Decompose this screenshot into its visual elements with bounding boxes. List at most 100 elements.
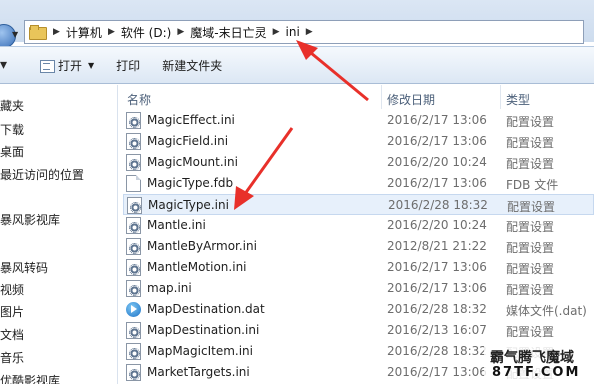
nav-item-videos[interactable]: 视频 <box>0 281 24 298</box>
watermark: 霸气腾飞魔域 87TF.COM <box>484 346 594 384</box>
open-label: 打开 <box>58 58 83 73</box>
file-date: 2016/2/17 13:06 <box>387 113 487 127</box>
file-row[interactable]: MapDestination.dat 2016/2/28 18:32 媒体文件(.d… <box>123 299 594 320</box>
file-name: MarketTargets.ini <box>147 365 250 379</box>
file-row[interactable]: MantleByArmor.ini 2012/8/21 21:22 配置设置 <box>123 236 594 257</box>
file-type: 配置设置 <box>506 220 555 234</box>
nav-item-recent-places[interactable]: 最近访问的位置 <box>0 166 84 183</box>
breadcrumb-computer[interactable]: 计算机 <box>66 24 102 41</box>
file-list: 名称 修改日期 类型 MagicEffect.ini 2016/2/17 13:0… <box>119 85 594 384</box>
column-header-name[interactable]: 名称 <box>127 91 151 108</box>
file-name: MapDestination.ini <box>147 323 260 337</box>
chevron-right-icon[interactable]: ▶ <box>53 27 60 37</box>
watermark-url: 87TF.COM <box>492 365 581 380</box>
nav-item-downloads[interactable]: 下载 <box>0 121 24 138</box>
file-type: 配置设置 <box>506 283 555 297</box>
ini-file-icon <box>126 154 141 171</box>
nav-item-library-3[interactable]: 优酷影视库 <box>0 372 60 384</box>
media-file-icon <box>126 302 141 317</box>
breadcrumb-ini[interactable]: ini <box>286 25 300 39</box>
chevron-down-icon[interactable]: ▼ <box>88 61 94 70</box>
recent-pages-dropdown-icon[interactable]: ▼ <box>12 30 18 39</box>
file-type: 配置设置 <box>506 262 555 276</box>
file-row[interactable]: MapDestination.ini 2016/2/13 16:07 配置设置 <box>123 320 594 341</box>
column-header-type[interactable]: 类型 <box>506 91 530 108</box>
nav-item-favorites[interactable]: 藏夹 <box>0 97 24 114</box>
file-date: 2016/2/17 13:06 <box>387 260 487 274</box>
column-header-date[interactable]: 修改日期 <box>387 91 435 108</box>
file-row[interactable]: MagicType.ini 2016/2/28 18:32 配置设置 <box>123 194 594 215</box>
file-type: 配置设置 <box>506 325 555 339</box>
nav-item-pictures[interactable]: 图片 <box>0 303 24 320</box>
command-toolbar: ▾ 打开 ▼ 打印 新建文件夹 <box>0 46 594 84</box>
file-date: 2016/2/20 10:24 <box>387 218 487 232</box>
file-name: MagicField.ini <box>147 134 229 148</box>
ini-file-icon <box>126 238 141 255</box>
ini-file-icon <box>126 112 141 129</box>
file-name: MapMagicItem.ini <box>147 344 253 358</box>
ini-file-icon <box>126 364 141 381</box>
nav-item-music[interactable]: 音乐 <box>0 349 24 366</box>
new-folder-button[interactable]: 新建文件夹 <box>154 54 230 76</box>
file-name: MapDestination.dat <box>147 302 265 316</box>
file-row[interactable]: MagicField.ini 2016/2/17 13:06 配置设置 <box>123 131 594 152</box>
breadcrumb-drive-d[interactable]: 软件 (D:) <box>121 24 171 41</box>
file-date: 2016/2/28 18:32 <box>388 198 488 212</box>
chevron-right-icon[interactable]: ▶ <box>273 27 280 37</box>
file-name: MantleByArmor.ini <box>147 239 257 253</box>
column-header-row: 名称 修改日期 类型 <box>119 85 594 109</box>
file-type: 配置设置 <box>506 115 555 129</box>
chevron-right-icon[interactable]: ▶ <box>177 27 184 37</box>
file-date: 2016/2/17 13:06 <box>387 134 487 148</box>
file-type: 配置设置 <box>507 200 556 214</box>
open-button[interactable]: 打开 ▼ <box>32 54 102 76</box>
file-date: 2012/8/21 21:22 <box>387 239 487 253</box>
file-date: 2016/2/17 13:06 <box>387 176 487 190</box>
file-row[interactable]: MagicMount.ini 2016/2/20 10:24 配置设置 <box>123 152 594 173</box>
print-button[interactable]: 打印 <box>108 54 148 76</box>
file-name: map.ini <box>147 281 192 295</box>
nav-item-library-1[interactable]: 暴风影视库 <box>0 211 60 228</box>
breadcrumb-game-folder[interactable]: 魔域-末日亡灵 <box>190 24 266 41</box>
file-row[interactable]: Mantle.ini 2016/2/20 10:24 配置设置 <box>123 215 594 236</box>
file-row[interactable]: MagicEffect.ini 2016/2/17 13:06 配置设置 <box>123 110 594 131</box>
ini-file-icon <box>127 197 142 214</box>
file-name: MagicType.ini <box>148 198 229 212</box>
ini-file-icon <box>126 280 141 297</box>
file-row[interactable]: map.ini 2016/2/17 13:06 配置设置 <box>123 278 594 299</box>
file-row[interactable]: MagicType.fdb 2016/2/17 13:06 FDB 文件 <box>123 173 594 194</box>
watermark-title: 霸气腾飞魔域 <box>490 350 574 366</box>
nav-item-desktop[interactable]: 桌面 <box>0 143 24 160</box>
ini-file-icon <box>126 133 141 150</box>
nav-item-documents[interactable]: 文档 <box>0 326 24 343</box>
chevron-right-icon[interactable]: ▶ <box>306 27 313 37</box>
file-date: 2016/2/28 18:32 <box>387 344 487 358</box>
nav-item-library-2[interactable]: 暴风转码 <box>0 259 48 276</box>
organize-button-stub[interactable]: ▾ <box>0 54 10 76</box>
file-type: 配置设置 <box>506 241 555 255</box>
address-bar[interactable]: ▶ 计算机 ▶ 软件 (D:) ▶ 魔域-末日亡灵 ▶ ini ▶ <box>24 20 584 44</box>
ini-file-icon <box>126 217 141 234</box>
navigation-pane: 藏夹 下载 桌面 最近访问的位置 暴风影视库 暴风转码 视频 图片 文档 音乐 … <box>0 85 118 384</box>
ini-file-icon <box>126 259 141 276</box>
file-type: 配置设置 <box>506 136 555 150</box>
file-date: 2016/2/13 16:07 <box>387 323 487 337</box>
file-row[interactable]: MantleMotion.ini 2016/2/17 13:06 配置设置 <box>123 257 594 278</box>
ini-file-icon <box>126 343 141 360</box>
file-date: 2016/2/17 13:06 <box>387 281 487 295</box>
column-divider[interactable] <box>381 85 382 109</box>
folder-icon <box>29 25 47 40</box>
column-divider[interactable] <box>500 85 501 109</box>
chevron-right-icon[interactable]: ▶ <box>108 27 115 37</box>
file-date: 2016/2/17 13:06 <box>387 365 487 379</box>
file-name: MagicMount.ini <box>147 155 238 169</box>
file-name: MantleMotion.ini <box>147 260 247 274</box>
file-name: Mantle.ini <box>147 218 206 232</box>
address-bar-row: ▼ ▶ 计算机 ▶ 软件 (D:) ▶ 魔域-末日亡灵 ▶ ini ▶ <box>0 0 594 48</box>
document-icon <box>126 175 141 192</box>
open-icon <box>40 58 55 73</box>
file-type: 配置设置 <box>506 157 555 171</box>
ini-file-icon <box>126 322 141 339</box>
file-type: FDB 文件 <box>506 178 559 192</box>
file-date: 2016/2/28 18:32 <box>387 302 487 316</box>
